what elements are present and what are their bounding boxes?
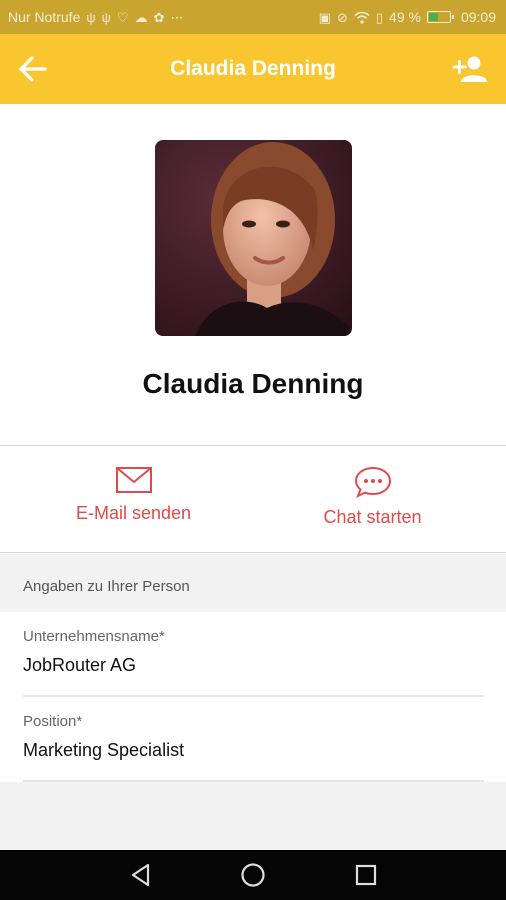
arrow-left-icon: [19, 56, 47, 82]
contact-name: Claudia Denning: [142, 368, 364, 399]
start-chat-button[interactable]: Chat starten: [246, 465, 499, 545]
settings-icon: ✿: [153, 9, 165, 25]
page-title: Claudia Denning: [170, 57, 336, 80]
status-time: 09:09: [460, 9, 496, 25]
wifi-icon: [354, 11, 370, 24]
cloud-icon: ☁: [134, 9, 148, 25]
add-person-icon: [452, 56, 487, 82]
send-email-label: E-Mail senden: [75, 503, 192, 523]
position-value: Marketing Specialist: [23, 740, 185, 760]
send-email-button[interactable]: E-Mail senden: [7, 465, 260, 545]
sim-icon: ▯: [375, 9, 384, 25]
carrier-label: Nur Notrufe: [8, 9, 81, 25]
details-card: Unternehmensname* JobRouter AG Position*…: [0, 612, 506, 782]
profile-photo: [155, 140, 352, 336]
mail-icon: [115, 467, 152, 493]
nfc-icon: ▣: [318, 9, 331, 25]
divider: [0, 445, 506, 446]
triangle-back-icon: [131, 863, 150, 887]
battery-icon: [426, 11, 454, 23]
back-button[interactable]: [18, 55, 48, 83]
more-icon: ⋯: [170, 9, 184, 25]
divider: [0, 552, 506, 553]
company-field[interactable]: Unternehmensname* JobRouter AG: [23, 628, 484, 676]
circle-home-icon: [241, 863, 265, 887]
battery-percent: 49 %: [389, 9, 421, 25]
usb-icon: ψ: [86, 9, 96, 25]
app-bar: Claudia Denning: [0, 34, 506, 104]
status-bar: Nur Notrufe ψ ψ ♡ ☁ ✿ ⋯ ▣ ⊘ ▯ 49 % 09:09: [0, 0, 506, 34]
nav-home-button[interactable]: [240, 862, 266, 888]
add-contact-button[interactable]: [452, 54, 488, 84]
details-section: Angaben zu Ihrer Person Unternehmensname…: [0, 554, 506, 850]
start-chat-label: Chat starten: [323, 507, 422, 527]
company-label: Unternehmensname*: [23, 628, 165, 645]
position-field[interactable]: Position* Marketing Specialist: [23, 713, 484, 761]
usb-icon: ψ: [101, 9, 111, 25]
mute-icon: ⊘: [336, 9, 348, 25]
chat-bubble-icon: [354, 466, 391, 499]
field-divider: [23, 695, 484, 697]
heart-icon: ♡: [116, 9, 129, 25]
navigation-bar: [0, 850, 506, 900]
position-label: Position*: [23, 713, 83, 730]
company-value: JobRouter AG: [23, 655, 137, 675]
nav-recents-button[interactable]: [353, 862, 379, 888]
section-header: Angaben zu Ihrer Person: [23, 578, 190, 595]
field-divider: [23, 780, 484, 782]
nav-back-button[interactable]: [128, 862, 154, 888]
square-recents-icon: [355, 864, 377, 886]
